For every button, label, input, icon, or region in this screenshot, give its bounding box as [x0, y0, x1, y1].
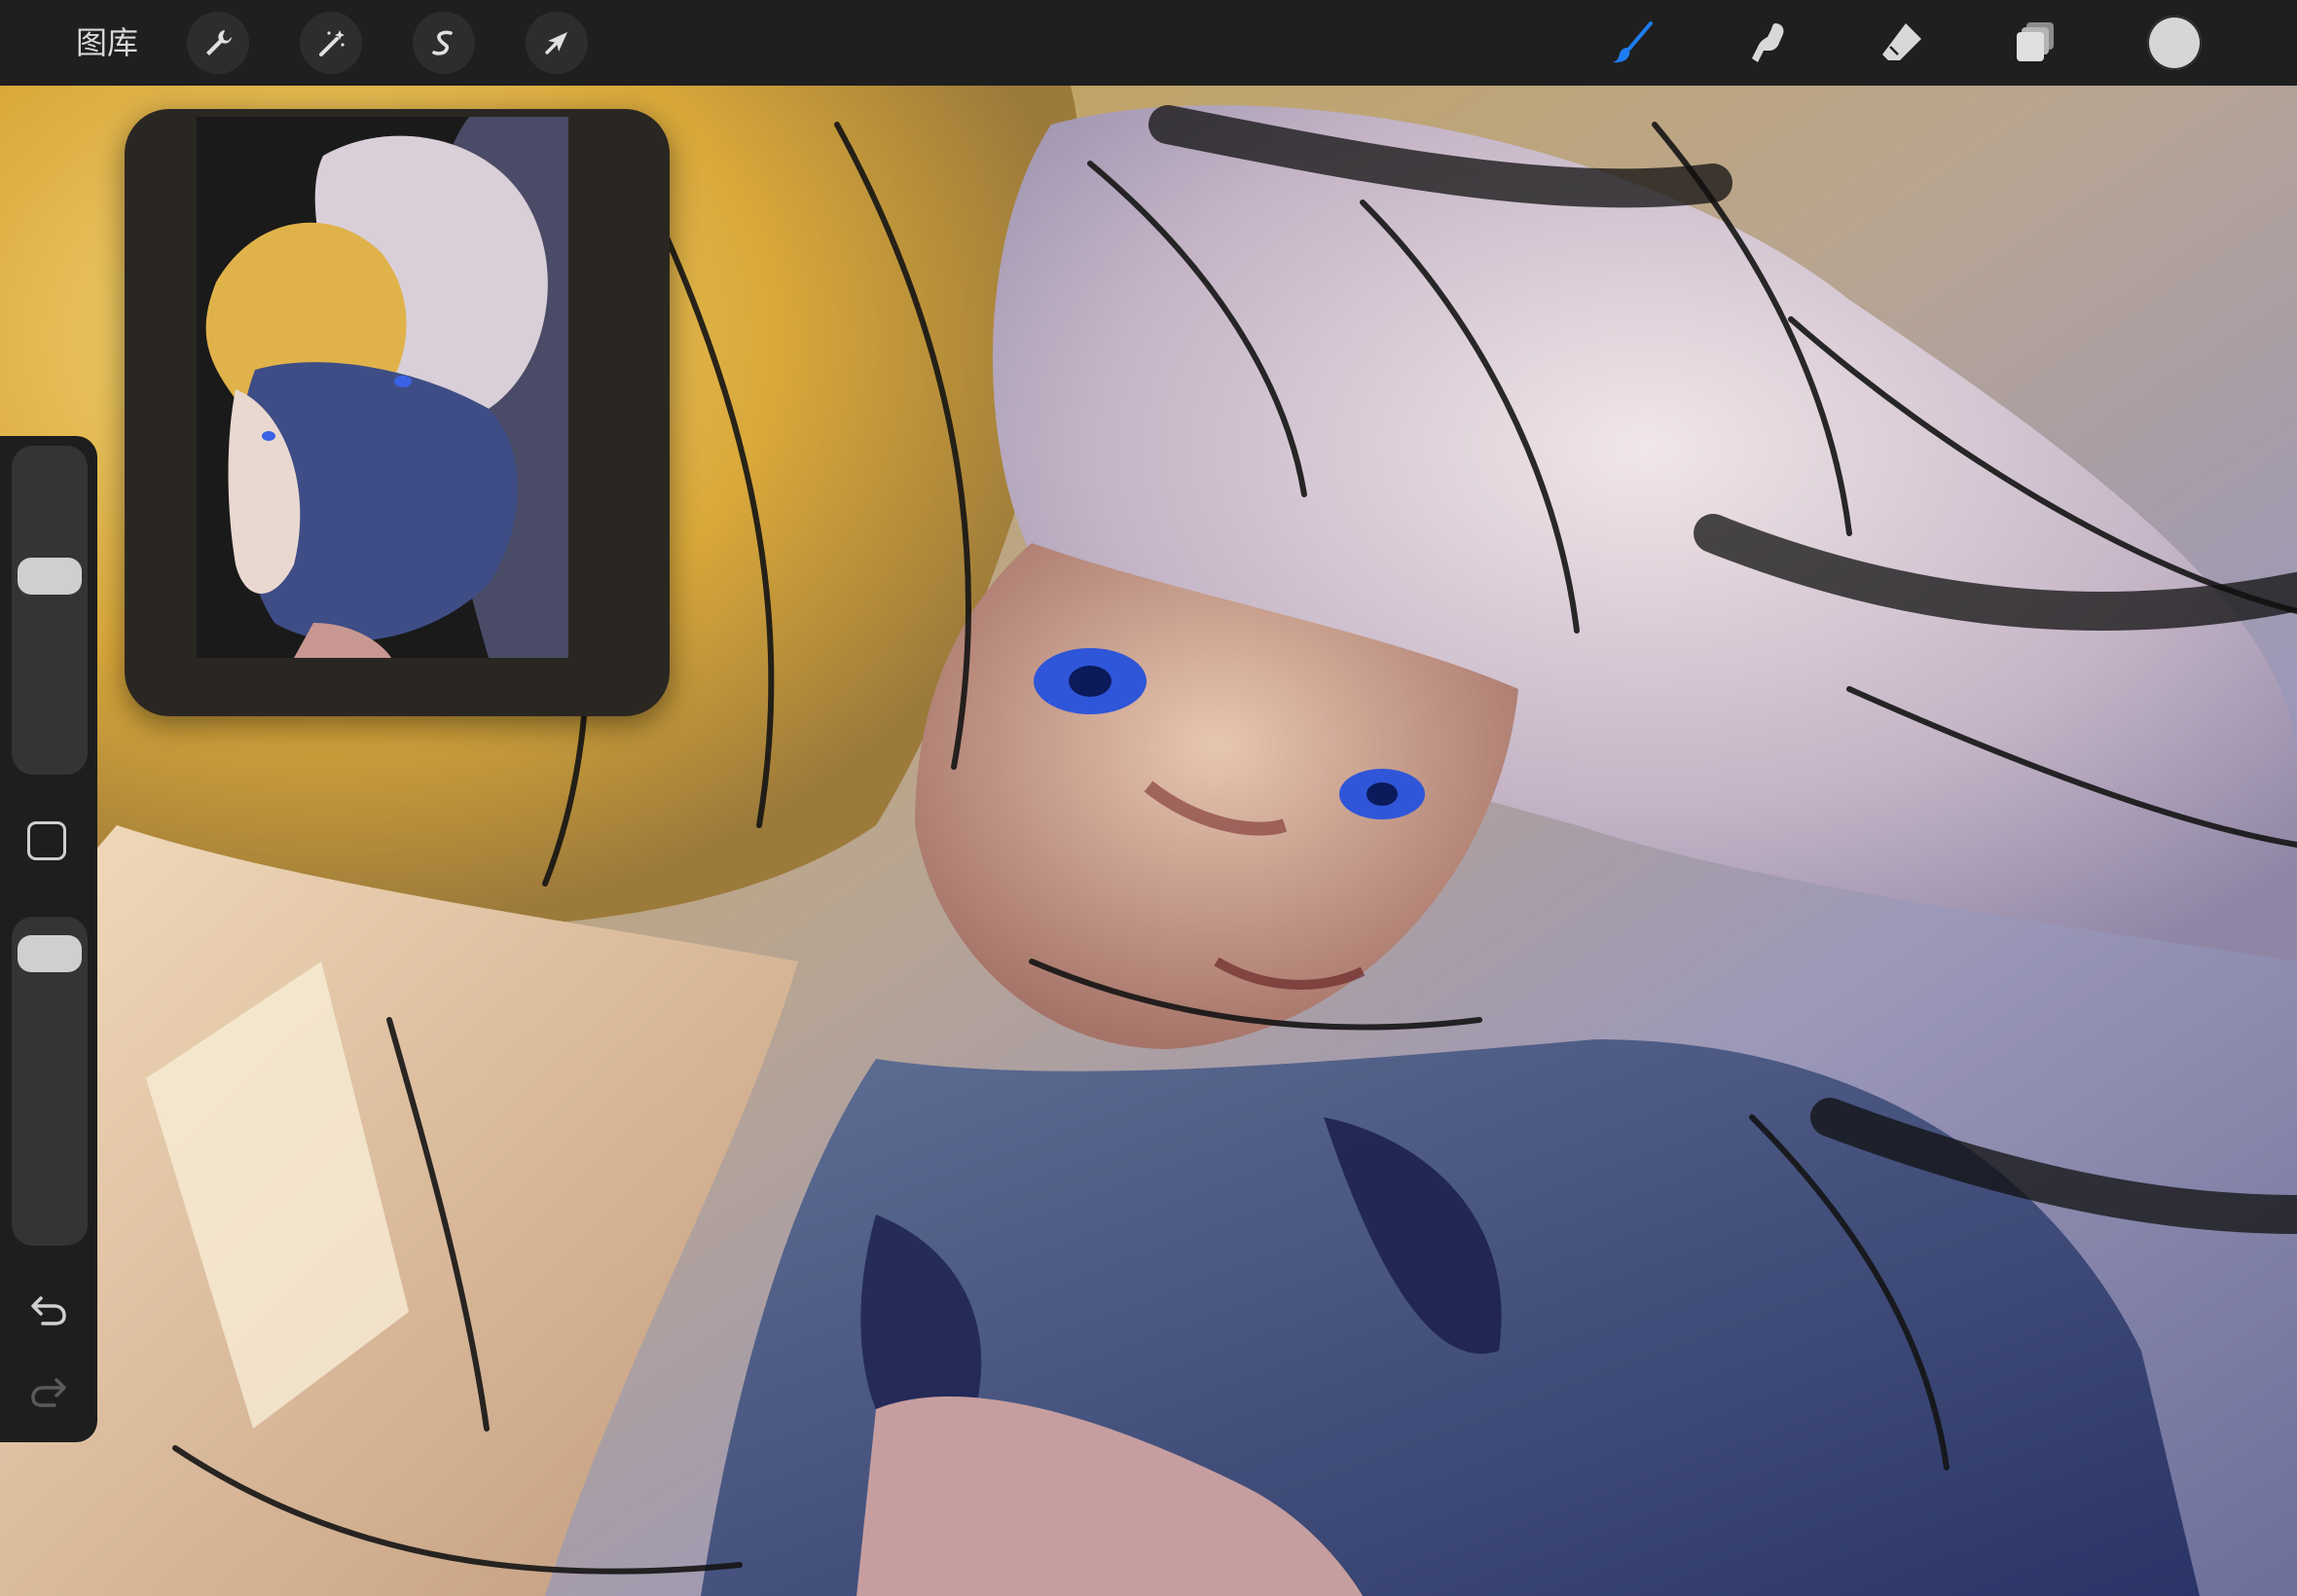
undo-icon[interactable]: [27, 1288, 70, 1331]
gallery-button[interactable]: 图库: [76, 21, 138, 64]
reference-window[interactable]: [125, 109, 670, 716]
smudge-tool-button[interactable]: [1738, 14, 1797, 72]
arrow-cursor-icon: [545, 32, 567, 54]
brush-icon: [1613, 21, 1653, 63]
left-sidebar: [0, 436, 97, 1442]
transform-button[interactable]: [526, 12, 588, 74]
eraser-tool-button[interactable]: [1873, 14, 1931, 72]
selection-s-icon: [432, 30, 453, 55]
color-swatch-button[interactable]: [2147, 16, 2202, 70]
reference-artwork-thumbnail: [197, 117, 568, 658]
modify-square-icon[interactable]: [27, 821, 66, 860]
brush-size-slider[interactable]: [12, 446, 88, 775]
layers-icon: [2017, 22, 2054, 61]
layers-tool-button[interactable]: [2007, 14, 2065, 72]
selection-button[interactable]: [413, 12, 475, 74]
brush-tool-button[interactable]: [1604, 14, 1662, 72]
brush-size-thumb[interactable]: [18, 557, 82, 595]
eraser-icon: [1882, 23, 1921, 60]
magic-wand-icon: [319, 30, 345, 56]
reference-image: [197, 117, 568, 658]
redo-icon[interactable]: [27, 1370, 70, 1413]
actions-button[interactable]: [187, 12, 249, 74]
brush-opacity-slider[interactable]: [12, 917, 88, 1246]
brush-opacity-thumb[interactable]: [18, 934, 82, 972]
smudge-finger-icon: [1752, 23, 1784, 62]
top-toolbar: 图库: [0, 0, 2297, 86]
adjustments-button[interactable]: [300, 12, 362, 74]
wrench-icon: [206, 30, 232, 55]
